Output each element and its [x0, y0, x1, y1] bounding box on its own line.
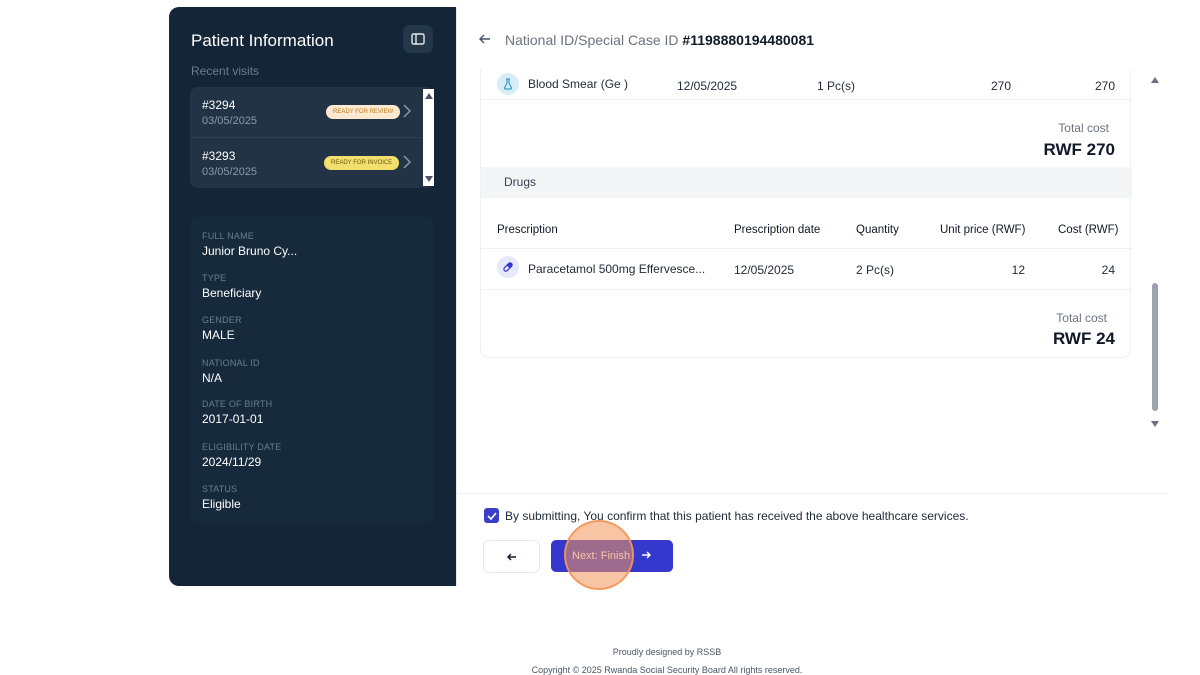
back-arrow-icon[interactable]	[479, 33, 491, 45]
visit-date: 03/05/2025	[202, 115, 258, 127]
main-panel: National ID/Special Case ID #11988801944…	[456, 7, 1168, 590]
test-quantity: 1 Pc(s)	[817, 79, 856, 93]
status-badge: READY FOR INVOICE	[324, 156, 400, 170]
field-label: TYPE	[202, 273, 227, 283]
drugs-total-value: RWF 24	[1052, 329, 1115, 348]
drugs-total-label: Total cost	[1056, 311, 1107, 325]
field-value: Junior Bruno Cy...	[202, 244, 298, 258]
case-id-heading: National ID/Special Case ID #11988801944…	[505, 32, 814, 48]
drug-unit-price: 12	[1011, 263, 1025, 277]
table-row: Paracetamol 500mg Effervesce... 12/05/20…	[481, 248, 1132, 290]
designed-by-text: Proudly designed by RSSB	[612, 647, 722, 657]
visit-date: 03/05/2025	[202, 166, 258, 178]
visit-id: #3293	[202, 149, 236, 163]
field-value: 2024/11/29	[202, 455, 262, 469]
field-label: STATUS	[202, 484, 238, 494]
pill-icon	[497, 256, 519, 278]
drugs-section-header: Drugs	[481, 167, 1132, 198]
confirm-text: By submitting, You confirm that this pat…	[505, 509, 969, 523]
field-label: ELIGIBILITY DATE	[202, 442, 282, 452]
visits-scrollbar[interactable]	[423, 89, 434, 186]
next-finish-label: Next: Finish	[572, 550, 631, 562]
test-date: 12/05/2025	[677, 79, 738, 93]
tests-total-value: RWF 270	[1043, 140, 1116, 159]
case-id-label: National ID/Special Case ID	[505, 32, 683, 48]
field-label: NATIONAL ID	[202, 358, 260, 368]
main-scrollbar[interactable]	[1149, 71, 1161, 429]
recent-visits-list: #3294 03/05/2025 READY FOR REVIEW #3293 …	[190, 87, 434, 188]
sidebar-toggle-button[interactable]	[403, 25, 433, 53]
submit-bar: By submitting, You confirm that this pat…	[457, 493, 1168, 590]
lab-test-icon	[497, 73, 519, 95]
field-national-id: NATIONAL ID N/A	[202, 358, 260, 385]
column-header: Prescription	[497, 224, 558, 236]
app-window: Patient Information Recent visits #3294 …	[169, 7, 1168, 590]
sidebar-toggle-icon	[411, 33, 425, 45]
chevron-right-icon	[403, 104, 411, 118]
field-type: TYPE Beneficiary	[202, 273, 261, 300]
scroll-up-icon[interactable]	[425, 93, 433, 99]
next-finish-button[interactable]: Next: Finish	[551, 540, 673, 572]
drug-name: Paracetamol 500mg Effervesce...	[528, 262, 706, 276]
field-label: DATE OF BIRTH	[202, 399, 273, 409]
arrow-left-icon	[506, 553, 516, 560]
field-value: Beneficiary	[202, 286, 262, 300]
drug-date: 12/05/2025	[734, 263, 795, 277]
test-unit-price: 270	[990, 79, 1011, 93]
column-header: Unit price (RWF)	[940, 224, 1026, 236]
recent-visits-label: Recent visits	[191, 64, 260, 78]
scroll-down-icon[interactable]	[425, 176, 433, 182]
drug-cost: 24	[1101, 263, 1115, 277]
visit-item[interactable]: #3294 03/05/2025 READY FOR REVIEW	[190, 87, 422, 137]
drugs-section-label: Drugs	[504, 175, 537, 189]
confirm-checkbox[interactable]	[484, 508, 499, 523]
services-card: Blood Smear (Ge ) 12/05/2025 1 Pc(s) 270…	[480, 69, 1132, 358]
copyright-text: Copyright © 2025 Rwanda Social Security …	[531, 665, 803, 675]
scroll-down-icon[interactable]	[1151, 421, 1159, 427]
status-badge: READY FOR REVIEW	[326, 105, 401, 119]
column-header: Quantity	[856, 224, 899, 236]
test-cost: 270	[1094, 79, 1115, 93]
scroll-up-icon[interactable]	[1151, 77, 1159, 83]
field-status: STATUS Eligible	[202, 484, 241, 511]
field-date-of-birth: DATE OF BIRTH 2017-01-01	[202, 399, 272, 426]
field-label: FULL NAME	[202, 231, 254, 241]
patient-sidebar: Patient Information Recent visits #3294 …	[169, 7, 456, 586]
field-value: Eligible	[202, 497, 241, 511]
chevron-right-icon	[403, 155, 411, 169]
previous-button[interactable]	[483, 540, 540, 573]
visit-id: #3294	[202, 98, 236, 112]
scrollbar-thumb[interactable]	[1152, 283, 1158, 411]
tests-total-label: Total cost	[1058, 121, 1109, 135]
arrow-right-icon	[642, 551, 651, 559]
column-header: Cost (RWF)	[1058, 224, 1119, 236]
table-row: Blood Smear (Ge ) 12/05/2025 1 Pc(s) 270…	[481, 69, 1132, 100]
sidebar-title: Patient Information	[191, 31, 334, 50]
drug-quantity: 2 Pc(s)	[856, 263, 895, 277]
field-eligibility-date: ELIGIBILITY DATE 2024/11/29	[202, 442, 281, 469]
field-value: N/A	[202, 371, 223, 385]
field-value: MALE	[202, 328, 235, 342]
check-icon	[486, 511, 497, 520]
field-label: GENDER	[202, 315, 242, 325]
patient-details-card: FULL NAME Junior Bruno Cy... TYPE Benefi…	[190, 217, 434, 523]
field-full-name: FULL NAME Junior Bruno Cy...	[202, 231, 297, 258]
test-name: Blood Smear (Ge )	[528, 77, 629, 91]
case-id-value: #1198880194480081	[682, 32, 815, 48]
field-gender: GENDER MALE	[202, 315, 242, 342]
visit-item[interactable]: #3293 03/05/2025 READY FOR INVOICE	[190, 137, 422, 187]
column-header: Prescription date	[734, 224, 821, 236]
field-value: 2017-01-01	[202, 412, 264, 426]
